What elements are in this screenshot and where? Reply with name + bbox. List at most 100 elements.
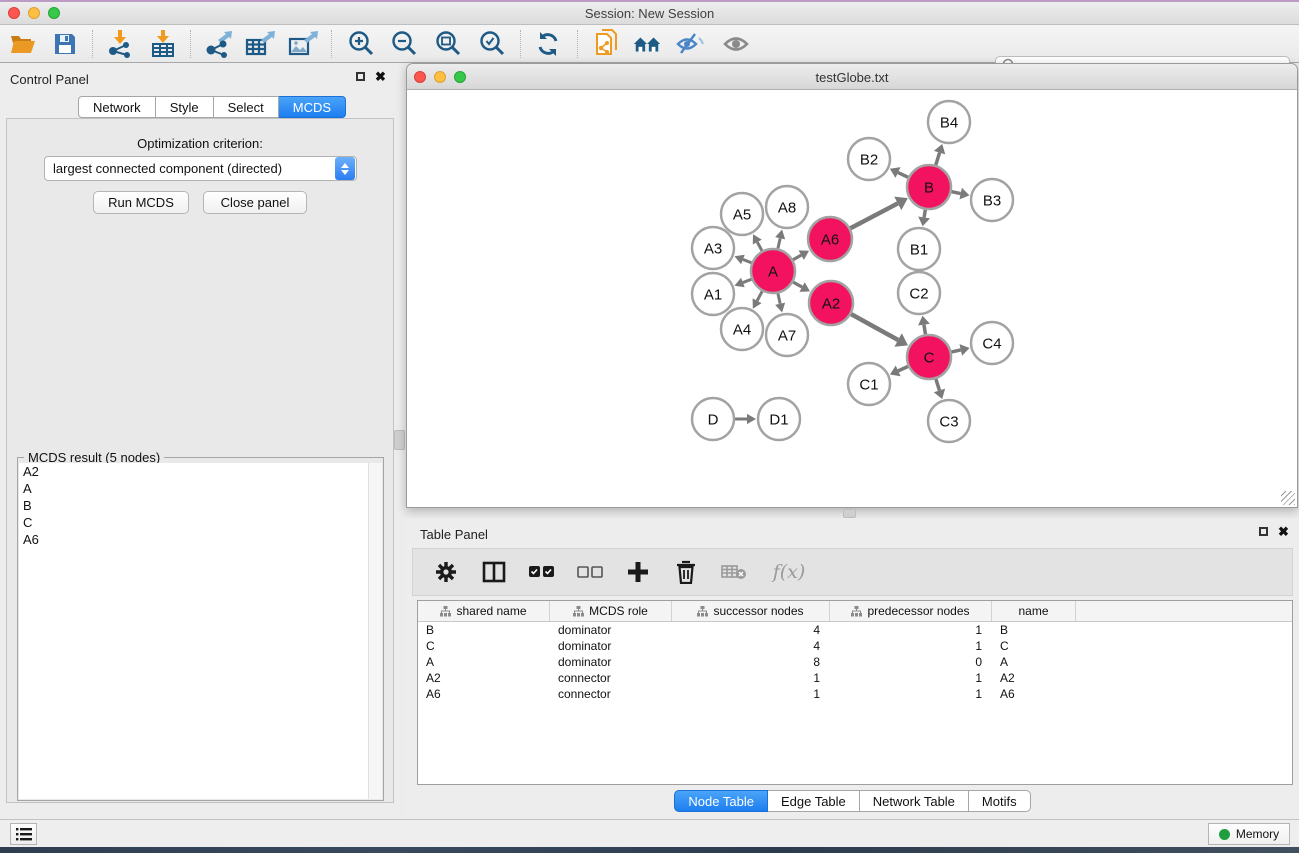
column-header-shared-name[interactable]: shared name — [418, 601, 550, 621]
table-row[interactable]: Cdominator41C — [418, 638, 1292, 654]
table-row[interactable]: Adominator80A — [418, 654, 1292, 670]
new-network-from-selection-icon[interactable] — [592, 30, 622, 58]
table-cell[interactable]: 1 — [830, 622, 992, 638]
table-cell[interactable]: B — [418, 622, 550, 638]
edge-A-A5[interactable] — [757, 242, 762, 252]
edge-A6-B[interactable] — [849, 203, 897, 228]
edge-A-A4[interactable] — [757, 290, 763, 300]
result-list-item[interactable]: A6 — [19, 531, 368, 548]
table-cell[interactable]: A2 — [418, 670, 550, 686]
hide-selected-icon[interactable] — [675, 30, 705, 58]
criterion-select[interactable]: largest connected component (directed) — [44, 156, 357, 181]
edge-A2-C[interactable] — [850, 314, 898, 340]
table-cell[interactable]: A — [992, 654, 1076, 670]
table-cell[interactable]: 1 — [830, 686, 992, 702]
horizontal-split-grip[interactable] — [843, 509, 856, 518]
zoom-out-icon[interactable] — [389, 30, 419, 58]
table-row[interactable]: A2connector11A2 — [418, 670, 1292, 686]
edge-A-A1[interactable] — [743, 279, 753, 283]
tab-network-table[interactable]: Network Table — [860, 790, 969, 812]
column-header-predecessor-nodes[interactable]: predecessor nodes — [830, 601, 992, 621]
table-cell[interactable]: A6 — [418, 686, 550, 702]
table-cell[interactable]: dominator — [550, 638, 672, 654]
float-panel-icon[interactable] — [356, 72, 365, 81]
tab-style[interactable]: Style — [156, 96, 214, 118]
close-panel-icon[interactable]: ✖ — [1278, 526, 1289, 537]
edge-A-A7[interactable] — [778, 292, 780, 303]
table-cell[interactable]: 4 — [672, 638, 830, 654]
save-session-icon[interactable] — [50, 30, 80, 58]
float-panel-icon[interactable] — [1259, 527, 1268, 536]
tab-mcds[interactable]: MCDS — [279, 96, 346, 118]
edge-B-B3[interactable] — [951, 191, 961, 193]
tab-motifs[interactable]: Motifs — [969, 790, 1031, 812]
table-row[interactable]: A6connector11A6 — [418, 686, 1292, 702]
table-cell[interactable]: C — [992, 638, 1076, 654]
delete-column-icon[interactable] — [673, 559, 699, 585]
table-cell[interactable]: A6 — [992, 686, 1076, 702]
result-list-item[interactable]: B — [19, 497, 368, 514]
column-header-successor-nodes[interactable]: successor nodes — [672, 601, 830, 621]
table-cell[interactable]: A2 — [992, 670, 1076, 686]
tab-edge-table[interactable]: Edge Table — [768, 790, 860, 812]
result-list-item[interactable]: A2 — [19, 463, 368, 480]
network-window-titlebar[interactable]: testGlobe.txt — [407, 64, 1297, 90]
table-cell[interactable]: connector — [550, 686, 672, 702]
edge-A-A8[interactable] — [778, 238, 780, 249]
close-panel-button[interactable]: Close panel — [203, 191, 307, 214]
split-view-icon[interactable] — [481, 559, 507, 585]
table-cell[interactable]: 1 — [672, 686, 830, 702]
table-cell[interactable]: C — [418, 638, 550, 654]
settings-icon[interactable] — [433, 559, 459, 585]
open-file-icon[interactable] — [8, 30, 38, 58]
edge-C-C3[interactable] — [936, 378, 940, 390]
export-network-icon[interactable] — [203, 30, 233, 58]
table-cell[interactable]: connector — [550, 670, 672, 686]
tab-network[interactable]: Network — [78, 96, 156, 118]
table-row[interactable]: Bdominator41B — [418, 622, 1292, 638]
select-all-columns-icon[interactable] — [529, 559, 555, 585]
table-cell[interactable]: 1 — [830, 638, 992, 654]
column-header-name[interactable]: name — [992, 601, 1076, 621]
tab-select[interactable]: Select — [214, 96, 279, 118]
edge-B-B2[interactable] — [898, 173, 909, 178]
result-list-item[interactable]: C — [19, 514, 368, 531]
table-cell[interactable]: 8 — [672, 654, 830, 670]
show-all-icon[interactable] — [721, 30, 751, 58]
table-cell[interactable]: 4 — [672, 622, 830, 638]
zoom-in-icon[interactable] — [346, 30, 376, 58]
edge-C-C1[interactable] — [898, 366, 909, 371]
edge-C-C4[interactable] — [950, 350, 960, 352]
tab-node-table[interactable]: Node Table — [674, 790, 768, 812]
vertical-split-grip[interactable] — [394, 430, 405, 450]
table-cell[interactable]: dominator — [550, 622, 672, 638]
first-neighbors-icon[interactable] — [632, 30, 662, 58]
table-cell[interactable]: 0 — [830, 654, 992, 670]
run-mcds-button[interactable]: Run MCDS — [93, 191, 189, 214]
table-cell[interactable]: B — [992, 622, 1076, 638]
table-cell[interactable]: dominator — [550, 654, 672, 670]
result-list-item[interactable]: A — [19, 480, 368, 497]
network-graph-canvas[interactable]: B4B2BB3A5A8A6B1A3AA1A2C2A4A7CC4C1C3DD1 — [408, 91, 1297, 508]
table-cell[interactable]: 1 — [830, 670, 992, 686]
delete-table-icon[interactable] — [721, 559, 747, 585]
edge-A-A2[interactable] — [792, 282, 802, 287]
combo-stepper-icon[interactable] — [335, 157, 355, 180]
export-table-icon[interactable] — [245, 30, 275, 58]
add-column-icon[interactable] — [625, 559, 651, 585]
zoom-fit-icon[interactable] — [433, 30, 463, 58]
refresh-layout-icon[interactable] — [533, 30, 563, 58]
column-header-MCDS-role[interactable]: MCDS role — [550, 601, 672, 621]
task-history-button[interactable] — [10, 823, 37, 845]
deselect-all-columns-icon[interactable] — [577, 559, 603, 585]
edge-B-B1[interactable] — [924, 209, 925, 218]
zoom-selected-icon[interactable] — [477, 30, 507, 58]
export-image-icon[interactable] — [288, 30, 318, 58]
window-resize-grip[interactable] — [1281, 491, 1295, 505]
memory-button[interactable]: Memory — [1208, 823, 1290, 845]
close-panel-icon[interactable]: ✖ — [375, 71, 386, 82]
mcds-result-list[interactable]: A2ABCA6 — [19, 463, 368, 799]
result-list-scrollbar[interactable] — [368, 463, 382, 799]
import-network-icon[interactable] — [105, 30, 135, 58]
table-cell[interactable]: 1 — [672, 670, 830, 686]
